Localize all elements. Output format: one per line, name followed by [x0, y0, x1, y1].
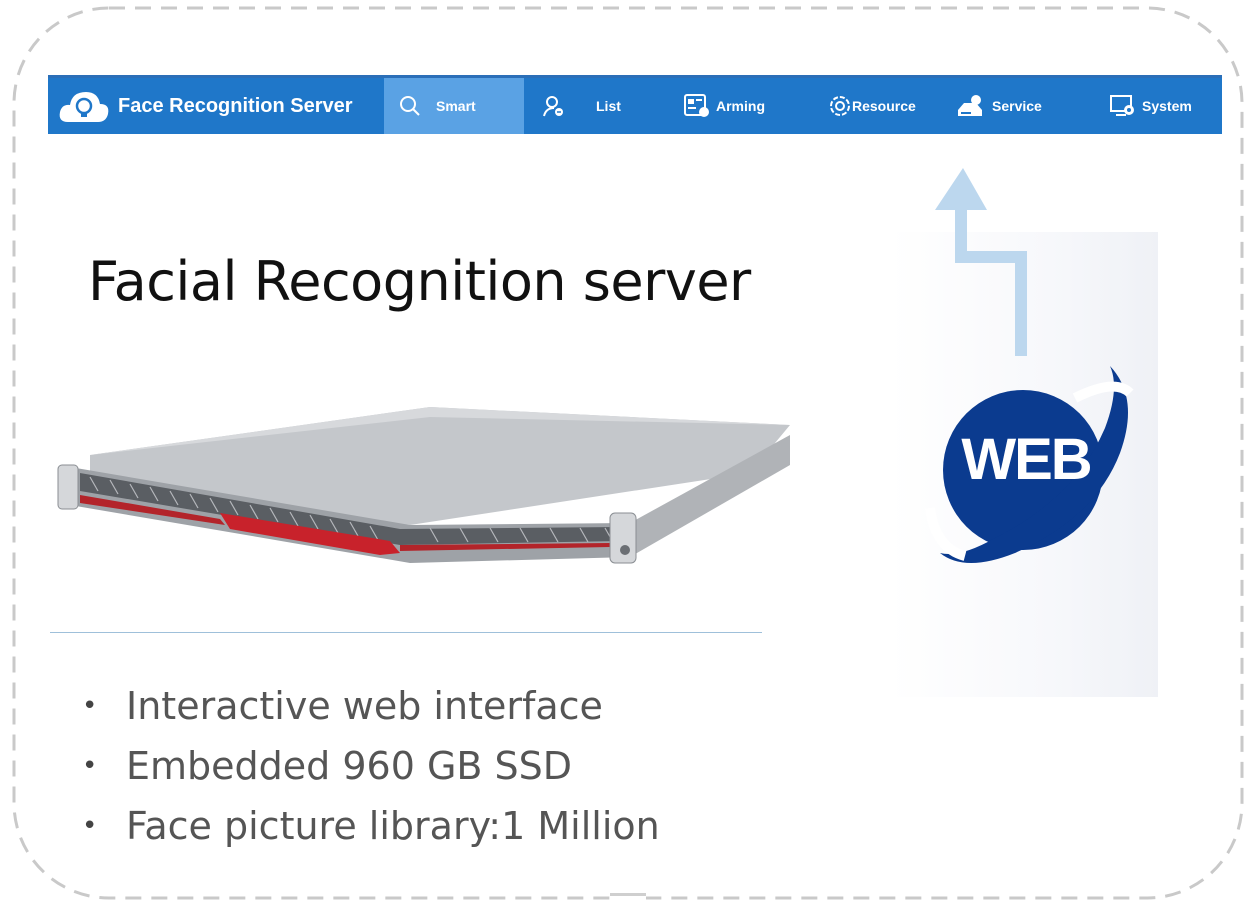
app-title: Face Recognition Server: [118, 95, 353, 117]
nav-tab-label: List: [596, 98, 621, 114]
page-headline: Facial Recognition server: [88, 250, 751, 313]
system-settings-icon: [1110, 95, 1134, 116]
nav-tab-system[interactable]: System: [1104, 78, 1222, 134]
search-icon: [400, 96, 420, 116]
person-list-icon: [543, 96, 563, 117]
arming-icon: [684, 94, 709, 117]
cloud-bulb-logo-icon: [59, 92, 109, 122]
nav-tab-label: Smart: [436, 98, 476, 114]
bottom-tab: [610, 893, 646, 910]
nav-tab-label: Arming: [716, 98, 765, 114]
feature-list: Interactive web interface Embedded 960 G…: [82, 678, 660, 858]
nav-tab-service[interactable]: Service: [952, 78, 1072, 134]
nav-tab-resource[interactable]: Resource: [822, 78, 932, 134]
nav-tab-list[interactable]: List: [532, 78, 642, 134]
resource-gear-icon: [830, 96, 850, 116]
nav-tab-label: Resource: [852, 98, 916, 114]
app-navbar: Face Recognition Server Smart List Armin…: [48, 75, 1222, 134]
web-badge-text: WEB: [961, 427, 1092, 492]
nav-tab-label: Service: [992, 98, 1042, 114]
nav-tab-arming[interactable]: Arming: [678, 78, 788, 134]
section-divider: [50, 632, 762, 633]
up-arrow-icon: [935, 168, 1027, 356]
nav-tab-smart[interactable]: Smart: [384, 78, 524, 134]
rack-server-image: [57, 407, 790, 564]
list-item: Face picture library:1 Million: [82, 798, 660, 858]
list-item: Embedded 960 GB SSD: [82, 738, 660, 798]
service-icon: [958, 95, 982, 116]
nav-tab-label: System: [1142, 98, 1192, 114]
list-item: Interactive web interface: [82, 678, 660, 738]
